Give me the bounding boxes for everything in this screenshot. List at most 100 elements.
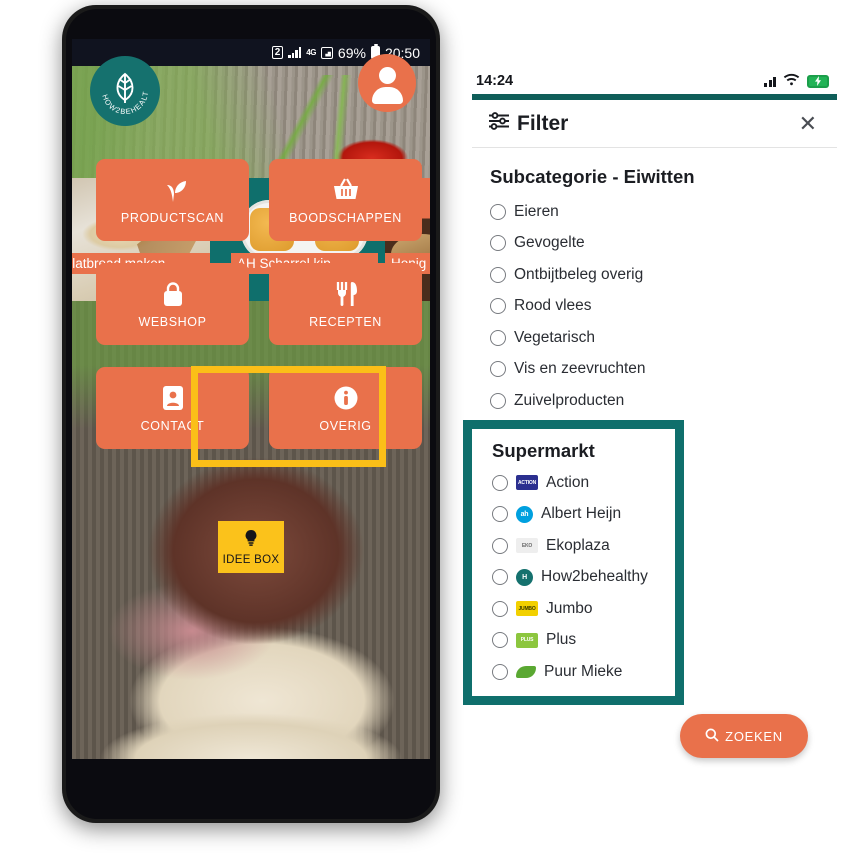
radio-button[interactable] (490, 329, 506, 346)
close-icon[interactable]: ✕ (799, 112, 817, 135)
action-button-boodschappen[interactable]: BOODSCHAPPEN (269, 159, 422, 241)
radio-button[interactable] (490, 361, 506, 378)
option-label: Ontbijtbeleg overig (514, 265, 644, 283)
option-label: Vegetarisch (514, 328, 595, 346)
radio-option-ontbijtbeleg-overig[interactable]: Ontbijtbeleg overig (490, 259, 837, 291)
radio-option-action[interactable]: ACTION Action (492, 467, 675, 499)
lightbulb-icon (243, 529, 259, 552)
radio-button[interactable] (492, 663, 508, 680)
option-label: How2behealthy (541, 568, 648, 586)
option-label: Action (546, 473, 590, 491)
avatar-head-icon (378, 67, 396, 84)
radio-option-zuivelproducten[interactable]: Zuivelproducten (490, 385, 837, 417)
action-button-label: PRODUCTSCAN (120, 211, 225, 225)
shopping-basket-icon (331, 175, 361, 205)
action-logo: ACTION (516, 475, 538, 491)
phone-bezel: 2 4G 69% 20:50 HOW2BEHEALTHY (66, 9, 436, 819)
filter-panel: 14:24 Filter ✕ Subcategorie - Eiwitten E… (463, 68, 837, 758)
sprout-icon (158, 175, 188, 205)
option-label: Puur Mieke (544, 662, 623, 680)
radio-option-gevogelte[interactable]: Gevogelte (490, 228, 837, 260)
radio-button[interactable] (490, 266, 506, 283)
zoeken-button[interactable]: ZOEKEN (680, 714, 808, 758)
phone-mockup: 2 4G 69% 20:50 HOW2BEHEALTHY (62, 5, 440, 823)
action-button-label: CONTACT (140, 419, 205, 433)
radio-button[interactable] (490, 298, 506, 315)
radio-button[interactable] (490, 392, 506, 409)
filter-title: Filter (517, 111, 569, 135)
phone-screen: 2 4G 69% 20:50 HOW2BEHEALTHY (72, 39, 430, 759)
radio-button[interactable] (492, 474, 508, 491)
ekoplaza-logo: EKO (516, 538, 538, 554)
radio-option-puur-mieke[interactable]: Puur Mieke (492, 656, 675, 688)
albert-heijn-logo: ah (516, 505, 533, 523)
action-button-label: WEBSHOP (138, 315, 207, 329)
radio-button[interactable] (490, 203, 506, 220)
signal-bars-icon (764, 76, 776, 87)
network-type-label: 4G (306, 48, 316, 57)
zoeken-label: ZOEKEN (725, 728, 783, 744)
contact-card-icon (161, 383, 185, 413)
action-button-overig[interactable]: OVERIG (269, 367, 422, 449)
radio-button[interactable] (492, 569, 508, 586)
action-button-label: RECEPTEN (309, 315, 382, 329)
radio-button[interactable] (492, 537, 508, 554)
puur-mieke-logo (516, 665, 536, 678)
filter-status-bar: 14:24 (472, 68, 837, 94)
action-button-label: BOODSCHAPPEN (289, 211, 402, 225)
second-signal-icon (320, 46, 333, 59)
action-button-webshop[interactable]: WEBSHOP (96, 263, 249, 345)
idee-box-button[interactable]: IDEE BOX (218, 521, 284, 573)
radio-button[interactable] (490, 235, 506, 252)
option-label: Eieren (514, 202, 559, 220)
wifi-icon (783, 73, 800, 90)
avatar[interactable] (358, 54, 416, 112)
radio-button[interactable] (492, 600, 508, 617)
radio-option-plus[interactable]: PLUS Plus (492, 625, 675, 657)
search-icon (705, 728, 719, 745)
plus-logo: PLUS (516, 632, 538, 648)
action-button-productscan[interactable]: PRODUCTSCAN (96, 159, 249, 241)
supermarkt-section: Supermarkt ACTION Action ah Albert Heijn… (472, 429, 675, 688)
radio-option-jumbo[interactable]: JUMBO Jumbo (492, 593, 675, 625)
radio-option-albert-heijn[interactable]: ah Albert Heijn (492, 499, 675, 531)
subcategorie-title: Subcategorie - Eiwitten (490, 166, 695, 187)
radio-option-rood-vlees[interactable]: Rood vlees (490, 291, 837, 323)
charging-battery-icon (807, 74, 829, 88)
radio-option-vegetarisch[interactable]: Vegetarisch (490, 322, 837, 354)
option-label: Jumbo (546, 599, 593, 617)
how2behealthy-logo: H (516, 568, 533, 586)
radio-button[interactable] (492, 506, 508, 523)
option-label: Vis en zeevruchten (514, 360, 646, 378)
info-icon (333, 383, 359, 413)
radio-option-ekoplaza[interactable]: EKO Ekoplaza (492, 530, 675, 562)
supermarkt-options-list: ACTION Action ah Albert Heijn EKO Ekopla… (492, 467, 675, 688)
idee-box-label: IDEE BOX (222, 553, 280, 566)
action-grid: PRODUCTSCAN BOODSCHAPPEN WEBSHOP RECEPTE… (96, 159, 422, 449)
option-label: Plus (546, 631, 577, 649)
option-label: Gevogelte (514, 234, 585, 252)
filter-clock-label: 14:24 (476, 73, 514, 89)
radio-button[interactable] (492, 632, 508, 649)
radio-option-how2behealthy[interactable]: H How2behealthy (492, 562, 675, 594)
radio-option-vis-en-zeevruchten[interactable]: Vis en zeevruchten (490, 354, 837, 386)
jumbo-logo: JUMBO (516, 601, 538, 617)
avatar-body-icon (371, 87, 403, 104)
filter-sliders-icon (488, 111, 510, 136)
battery-percent-label: 69% (337, 44, 366, 61)
signal-bars-icon (288, 47, 302, 58)
shopping-bag-icon (159, 279, 187, 309)
radio-option-eieren[interactable]: Eieren (490, 196, 837, 228)
filter-header: Filter ✕ (472, 100, 837, 148)
option-label: Zuivelproducten (514, 391, 625, 409)
action-button-label: OVERIG (319, 419, 372, 433)
action-button-recepten[interactable]: RECEPTEN (269, 263, 422, 345)
notification-count-badge: 2 (271, 46, 284, 59)
option-label: Ekoplaza (546, 536, 610, 554)
action-button-contact[interactable]: CONTACT (96, 367, 249, 449)
subcategorie-options-list: Eieren Gevogelte Ontbijtbeleg overig Roo… (490, 196, 837, 417)
how2behealthy-logo: HOW2BEHEALTHY (87, 49, 160, 126)
highlight-box-supermarkt: Supermarkt ACTION Action ah Albert Heijn… (463, 420, 684, 705)
fork-knife-icon (332, 279, 360, 309)
option-label: Rood vlees (514, 297, 592, 315)
